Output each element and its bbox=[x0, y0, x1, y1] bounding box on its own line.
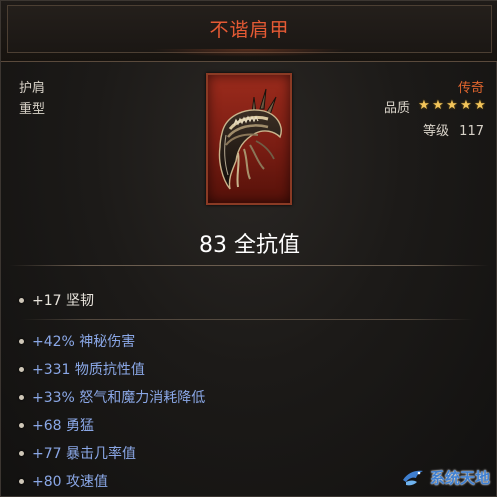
bullet-icon bbox=[19, 478, 24, 484]
watermark: 系统天地 bbox=[400, 464, 490, 490]
item-weight-class: 重型 bbox=[19, 102, 46, 117]
affix-text: +17 坚韧 bbox=[32, 293, 94, 309]
quality-stars: ★ ★ ★ ★ ★ bbox=[416, 98, 486, 113]
watermark-text: 系统天地 bbox=[429, 468, 490, 487]
affix-line: +331 物质抗性值 bbox=[19, 359, 145, 379]
star-icon: ★ bbox=[418, 98, 430, 113]
affix-line: +80 攻速值 bbox=[19, 471, 108, 491]
affix-line: +68 勇猛 bbox=[19, 415, 94, 435]
bullet-icon bbox=[19, 366, 24, 372]
primary-affix: +17 坚韧 bbox=[19, 290, 94, 310]
bullet-icon bbox=[19, 394, 24, 400]
affix-line: +77 暴击几率值 bbox=[19, 443, 136, 463]
affix-text: +33% 怒气和魔力消耗降低 bbox=[32, 390, 206, 406]
affix-text: +68 勇猛 bbox=[32, 418, 94, 434]
quality-label: 品质 bbox=[383, 100, 410, 116]
star-icon: ★ bbox=[460, 98, 472, 113]
affix-text: +77 暴击几率值 bbox=[32, 446, 136, 462]
quality-row: 品质 ★ ★ ★ ★ ★ bbox=[383, 97, 486, 116]
bullet-icon bbox=[19, 422, 24, 428]
shoulder-armor-icon bbox=[218, 88, 282, 190]
affix-text: +42% 神秘伤害 bbox=[32, 334, 136, 350]
level-label: 等级 bbox=[423, 124, 450, 139]
item-name: 不谐肩甲 bbox=[209, 19, 290, 41]
divider bbox=[21, 319, 473, 320]
star-icon: ★ bbox=[474, 98, 486, 113]
bullet-icon bbox=[19, 338, 24, 344]
main-stat: 83 全抗值 bbox=[199, 233, 300, 258]
title-bar: 不谐肩甲 bbox=[1, 1, 497, 62]
affix-line: +42% 神秘伤害 bbox=[19, 331, 135, 351]
bird-logo-icon bbox=[402, 470, 423, 486]
divider bbox=[9, 265, 489, 266]
bullet-icon bbox=[19, 450, 24, 456]
item-tooltip: 不谐肩甲 护肩 重型 传奇 品质 ★ ★ ★ ★ ★ 等级 117 83 全抗值… bbox=[0, 0, 497, 497]
item-rarity: 传奇 bbox=[457, 81, 484, 96]
affix-line: +33% 怒气和魔力消耗降低 bbox=[19, 387, 205, 407]
level-row: 等级 117 bbox=[423, 120, 484, 139]
item-image-card bbox=[206, 73, 292, 205]
level-value: 117 bbox=[459, 124, 484, 139]
star-icon: ★ bbox=[446, 98, 458, 113]
bullet-icon bbox=[19, 297, 24, 303]
item-slot: 护肩 bbox=[19, 81, 46, 96]
affix-text: +331 物质抗性值 bbox=[32, 362, 145, 378]
star-icon: ★ bbox=[432, 98, 444, 113]
affix-text: +80 攻速值 bbox=[32, 474, 108, 490]
